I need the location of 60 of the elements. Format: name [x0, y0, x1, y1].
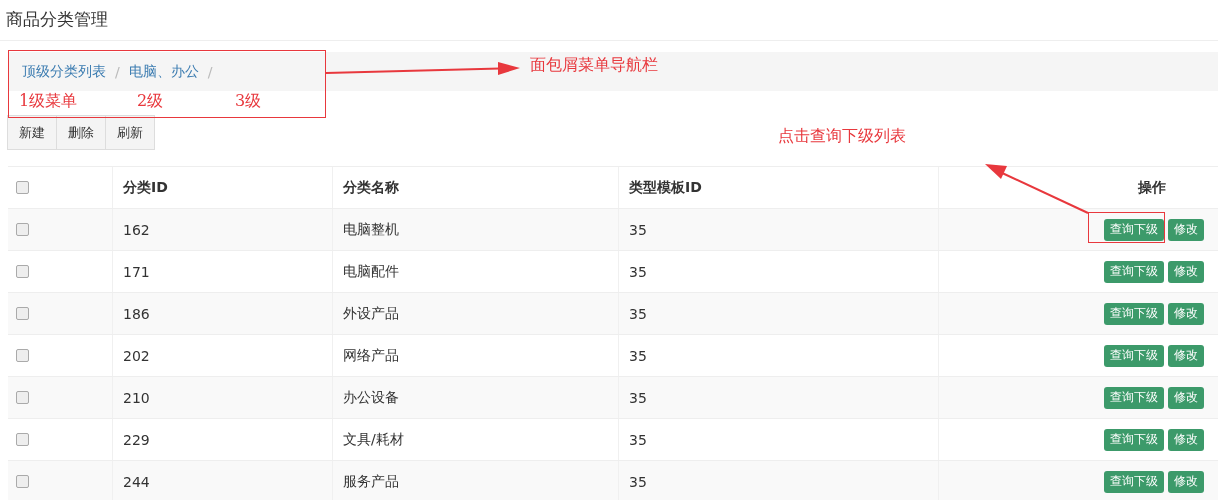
breadcrumb-separator: /: [115, 63, 120, 80]
table-cell: 186: [123, 305, 150, 322]
breadcrumb-link[interactable]: 顶级分类列表: [22, 62, 106, 81]
table-cell: 35: [629, 473, 647, 490]
checkbox[interactable]: [16, 433, 29, 446]
table-cell: 35: [629, 431, 647, 448]
checkbox[interactable]: [16, 349, 29, 362]
table-cell: 35: [629, 347, 647, 364]
table-cell: 服务产品: [343, 472, 399, 491]
toolbar-button[interactable]: 删除: [56, 115, 106, 150]
toolbar-button[interactable]: 新建: [7, 115, 57, 150]
query-button[interactable]: 查询下级: [1104, 302, 1164, 325]
table-cell: 35: [629, 389, 647, 406]
query-button[interactable]: 查询下级: [1104, 470, 1164, 493]
query-button[interactable]: 查询下级: [1104, 344, 1164, 367]
checkbox[interactable]: [16, 223, 29, 236]
query-button[interactable]: 查询下级: [1104, 260, 1164, 283]
query-button[interactable]: 查询下级: [1104, 386, 1164, 409]
toolbar-button[interactable]: 刷新: [105, 115, 155, 150]
query-button[interactable]: 查询下级: [1104, 428, 1164, 451]
edit-button[interactable]: 修改: [1168, 470, 1204, 493]
annotation-label: 1级菜单: [19, 91, 78, 112]
edit-button[interactable]: 修改: [1168, 218, 1204, 241]
edit-button[interactable]: 修改: [1168, 260, 1204, 283]
checkbox[interactable]: [16, 265, 29, 278]
table-cell: 35: [629, 221, 647, 238]
edit-button[interactable]: 修改: [1168, 302, 1204, 325]
edit-button[interactable]: 修改: [1168, 428, 1204, 451]
page-title: 商品分类管理: [0, 0, 1218, 41]
table-cell: 网络产品: [343, 346, 399, 365]
edit-button[interactable]: 修改: [1168, 344, 1204, 367]
query-button[interactable]: 查询下级: [1104, 218, 1164, 241]
table-cell: 229: [123, 431, 150, 448]
table-cell: 171: [123, 263, 150, 280]
edit-button[interactable]: 修改: [1168, 386, 1204, 409]
table-cell: 外设产品: [343, 304, 399, 323]
checkbox[interactable]: [16, 475, 29, 488]
table-cell: 162: [123, 221, 150, 238]
table-cell: 202: [123, 347, 150, 364]
table-cell: 电脑配件: [343, 262, 399, 281]
table-cell: 244: [123, 473, 150, 490]
checkbox[interactable]: [16, 181, 29, 194]
column-header: 类型模板ID: [629, 178, 702, 197]
column-header: 分类ID: [123, 178, 168, 197]
annotation-label: 3级: [235, 91, 262, 112]
table-cell: 35: [629, 305, 647, 322]
column-header: 操作: [1138, 178, 1166, 197]
table-cell: 文具/耗材: [343, 430, 404, 449]
breadcrumb-separator: /: [207, 63, 213, 80]
table-cell: 电脑整机: [343, 220, 399, 239]
table-cell: 办公设备: [343, 388, 399, 407]
table-cell: 210: [123, 389, 150, 406]
checkbox[interactable]: [16, 307, 29, 320]
breadcrumb-link[interactable]: 电脑、办公: [128, 62, 199, 81]
annotation-label: 点击查询下级列表: [778, 126, 906, 147]
column-header: 分类名称: [343, 178, 399, 197]
annotation-label: 2级: [137, 91, 164, 112]
table-cell: 35: [629, 263, 647, 280]
checkbox[interactable]: [16, 391, 29, 404]
annotation-label: 面包屑菜单导航栏: [530, 55, 658, 76]
